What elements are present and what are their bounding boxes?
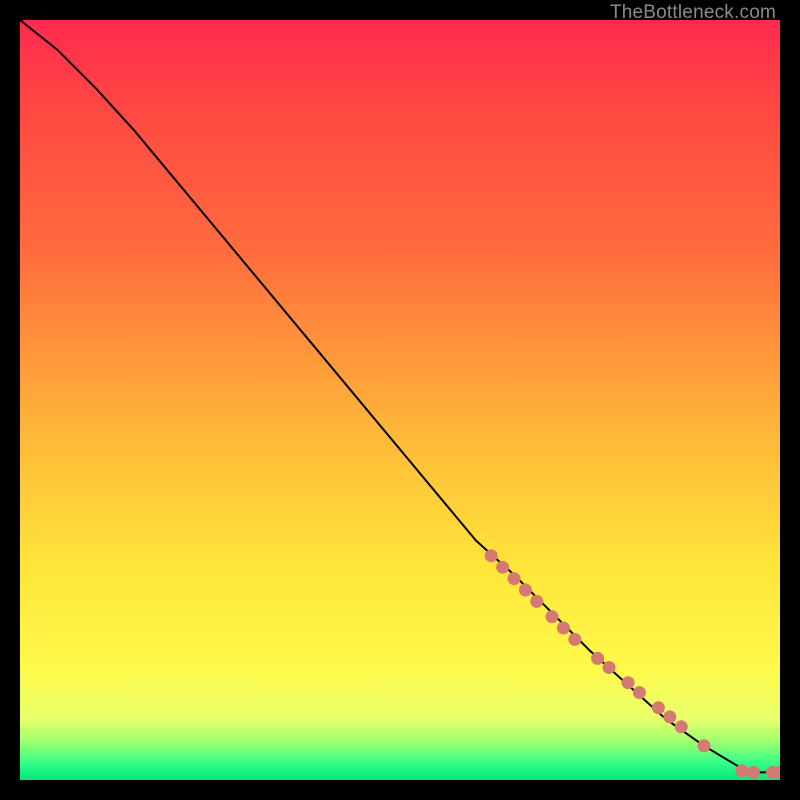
marker-point bbox=[519, 584, 532, 597]
marker-point bbox=[698, 739, 711, 752]
marker-point bbox=[508, 572, 521, 585]
marker-point bbox=[633, 686, 646, 699]
marker-point bbox=[557, 622, 570, 635]
marker-point bbox=[622, 676, 635, 689]
marker-point bbox=[591, 652, 604, 665]
marker-point bbox=[546, 610, 559, 623]
marker-point bbox=[530, 595, 543, 608]
marker-point bbox=[485, 549, 498, 562]
curve-line bbox=[20, 20, 780, 772]
marker-point bbox=[675, 720, 688, 733]
chart-frame bbox=[20, 20, 780, 780]
marker-point bbox=[603, 661, 616, 674]
marker-point bbox=[568, 633, 581, 646]
marker-point bbox=[736, 764, 749, 777]
marker-point bbox=[496, 561, 509, 574]
curve-markers bbox=[485, 549, 780, 779]
marker-point bbox=[652, 701, 665, 714]
chart-overlay bbox=[20, 20, 780, 780]
marker-point bbox=[747, 766, 760, 779]
marker-point bbox=[663, 710, 676, 723]
